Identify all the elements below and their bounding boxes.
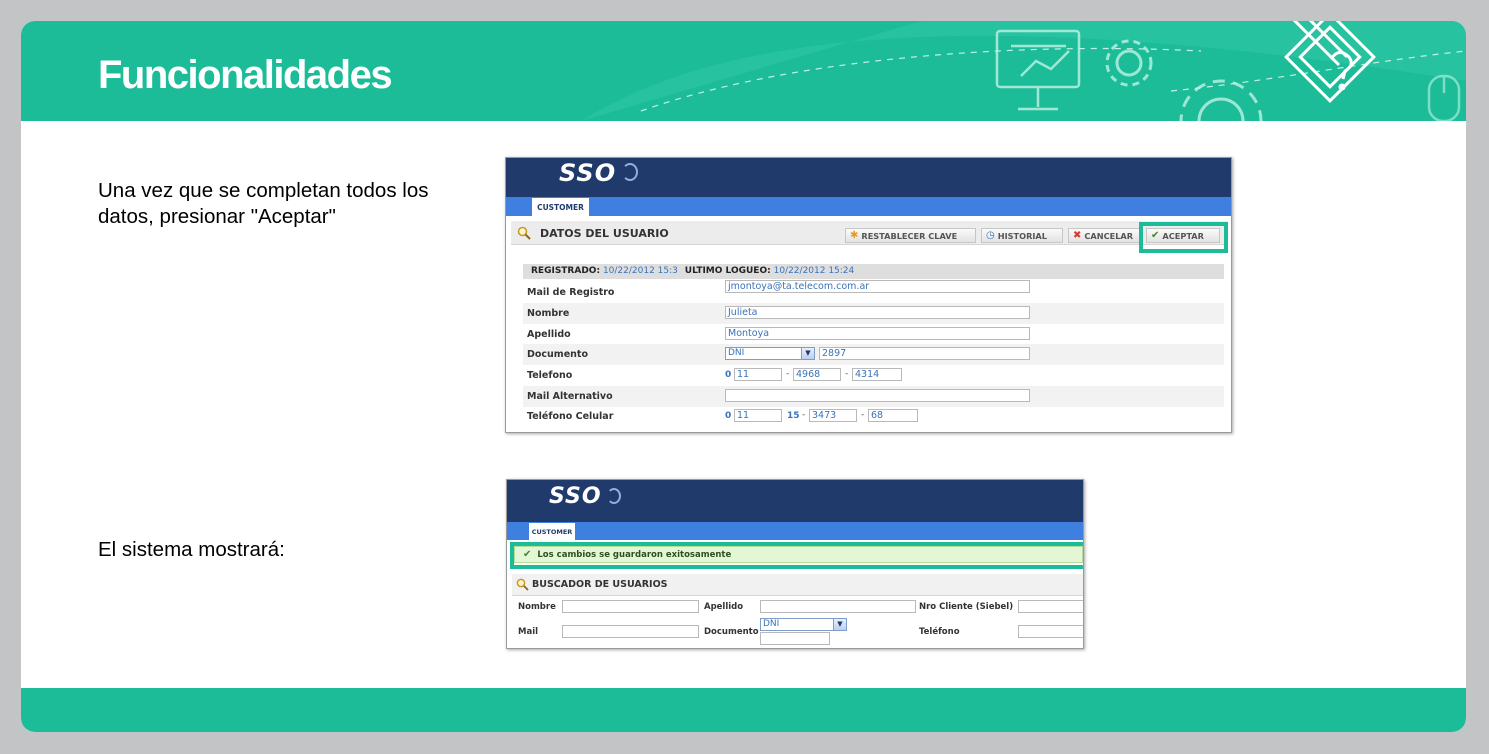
slide-header: Funcionalidades xyxy=(21,21,1466,121)
celular-area-field[interactable]: 11 xyxy=(734,409,782,422)
search-nro-cliente-field[interactable] xyxy=(1018,600,1083,613)
registrado-value: 10/22/2012 15:3 xyxy=(602,266,678,276)
sso-logo: SSO xyxy=(559,159,617,187)
sso-top-bar: SSO xyxy=(506,158,1231,197)
nav-bar-2: CUSTOMER xyxy=(507,522,1083,540)
search-telefono-label: Teléfono xyxy=(919,627,960,637)
sso-logo-2: SSO xyxy=(549,484,602,509)
telefono-part2-field[interactable]: 4314 xyxy=(852,368,902,381)
celular-mid-prefix: 15 xyxy=(787,411,800,421)
telefono-part1-field[interactable]: 4968 xyxy=(793,368,841,381)
tab-customer-2[interactable]: CUSTOMER xyxy=(529,523,575,540)
documento-number-field[interactable]: 2897 xyxy=(819,347,1030,360)
search-mail-label: Mail xyxy=(518,627,539,637)
mail-alternativo-label: Mail Alternativo xyxy=(527,391,613,402)
search-icon xyxy=(517,226,531,240)
search-nombre-field[interactable] xyxy=(562,600,699,613)
mail-alternativo-field[interactable] xyxy=(725,389,1030,402)
ultimo-logueo-value: 10/22/2012 15:24 xyxy=(773,266,855,276)
row-mail-registro: Mail de Registro jmontoya@ta.telecom.com… xyxy=(523,280,1224,303)
aceptar-highlight xyxy=(1139,222,1228,253)
celular-part2-field[interactable]: 68 xyxy=(868,409,918,422)
search-apellido-label: Apellido xyxy=(704,602,744,612)
row-documento: Documento DNI ▼ 2897 xyxy=(523,344,1224,365)
celular-dash-1: - xyxy=(802,410,806,420)
nav-bar: CUSTOMER xyxy=(506,197,1231,216)
search-documento-type-select[interactable]: DNI ▼ xyxy=(760,618,847,631)
sso-top-bar-2: SSO xyxy=(507,480,1083,522)
cancel-x-icon: ✖ xyxy=(1073,229,1082,241)
apellido-label: Apellido xyxy=(527,329,571,340)
telefono-dash-2: - xyxy=(845,369,849,379)
celular-dash-2: - xyxy=(861,410,865,420)
documento-label: Documento xyxy=(527,349,588,360)
history-clock-icon: ◷ xyxy=(986,229,995,241)
sso-logo-ring-icon xyxy=(622,163,638,181)
buscador-section-header: BUSCADOR DE USUARIOS xyxy=(512,574,1083,596)
instruction-text-1: Una vez que se completan todos los datos… xyxy=(98,179,429,228)
historial-button[interactable]: ◷ HISTORIAL xyxy=(981,228,1063,243)
celular-part1-field[interactable]: 3473 xyxy=(809,409,857,422)
nombre-label: Nombre xyxy=(527,308,570,319)
sso-logo-ring-icon-2 xyxy=(607,488,621,504)
success-highlight xyxy=(510,542,1083,569)
presentation-board-icon xyxy=(995,29,1081,111)
search-documento-type-value: DNI xyxy=(763,619,780,629)
mail-registro-field[interactable]: jmontoya@ta.telecom.com.ar xyxy=(725,280,1030,293)
chevron-down-icon: ▼ xyxy=(833,619,846,630)
row-mail-alternativo: Mail Alternativo xyxy=(523,386,1224,407)
section-title: DATOS DEL USUARIO xyxy=(540,227,669,240)
celular-prefix: 0 xyxy=(725,411,732,421)
telefono-dash-1: - xyxy=(786,369,790,379)
slide-footer xyxy=(21,688,1466,732)
chevron-down-icon: ▼ xyxy=(801,348,814,359)
registrado-label: REGISTRADO: xyxy=(531,266,601,276)
search-telefono-field[interactable] xyxy=(1018,625,1083,638)
slide: Funcionalidades Una vez que se completan… xyxy=(21,21,1466,732)
gear-icon xyxy=(1105,39,1263,121)
search-icon xyxy=(516,578,529,591)
asterisk-icon: ✱ xyxy=(850,229,859,241)
tab-customer[interactable]: CUSTOMER xyxy=(532,198,589,216)
apellido-field[interactable]: Montoya xyxy=(725,327,1030,340)
telefono-label: Telefono xyxy=(527,370,573,381)
screenshot-datos-usuario: SSO CUSTOMER DATOS DEL USUARIO ✱ RESTABL… xyxy=(505,157,1232,433)
mail-registro-label: Mail de Registro xyxy=(527,287,615,298)
restablecer-clave-label: RESTABLECER CLAVE xyxy=(861,230,958,241)
telefono-area-field[interactable]: 11 xyxy=(734,368,782,381)
search-documento-label: Documento xyxy=(704,627,759,637)
registration-info-bar: REGISTRADO: 10/22/2012 15:3 ULTIMO LOGUE… xyxy=(523,264,1224,279)
mouse-icon xyxy=(1427,74,1461,121)
slide-title: Funcionalidades xyxy=(98,53,393,97)
search-mail-field[interactable] xyxy=(562,625,699,638)
cancelar-button[interactable]: ✖ CANCELAR xyxy=(1068,228,1141,243)
row-telefono: Telefono 0 11 - 4968 - 4314 xyxy=(523,365,1224,386)
row-celular: Teléfono Celular 0 11 15 - 3473 - 68 xyxy=(523,406,1224,427)
search-nombre-label: Nombre xyxy=(518,602,556,612)
row-apellido: Apellido Montoya xyxy=(523,324,1224,345)
nombre-field[interactable]: Julieta xyxy=(725,306,1030,319)
search-documento-number-field[interactable] xyxy=(760,632,830,645)
historial-label: HISTORIAL xyxy=(997,230,1047,241)
restablecer-clave-button[interactable]: ✱ RESTABLECER CLAVE xyxy=(845,228,976,243)
instruction-text-2: El sistema mostrará: xyxy=(98,538,285,561)
telefono-prefix: 0 xyxy=(725,370,732,380)
search-apellido-field[interactable] xyxy=(760,600,916,613)
cancelar-label: CANCELAR xyxy=(1084,230,1134,241)
buscador-section-title: BUSCADOR DE USUARIOS xyxy=(532,579,668,590)
ultimo-logueo-label: ULTIMO LOGUEO: xyxy=(684,266,771,276)
celular-label: Teléfono Celular xyxy=(527,411,614,422)
screenshot-buscador: SSO CUSTOMER ✔ Los cambios se guardaron … xyxy=(506,479,1084,649)
search-nro-cliente-label: Nro Cliente (Siebel) xyxy=(919,602,1014,612)
documento-type-select[interactable]: DNI ▼ xyxy=(725,347,815,360)
documento-type-value: DNI xyxy=(728,348,745,358)
row-nombre: Nombre Julieta xyxy=(523,303,1224,324)
